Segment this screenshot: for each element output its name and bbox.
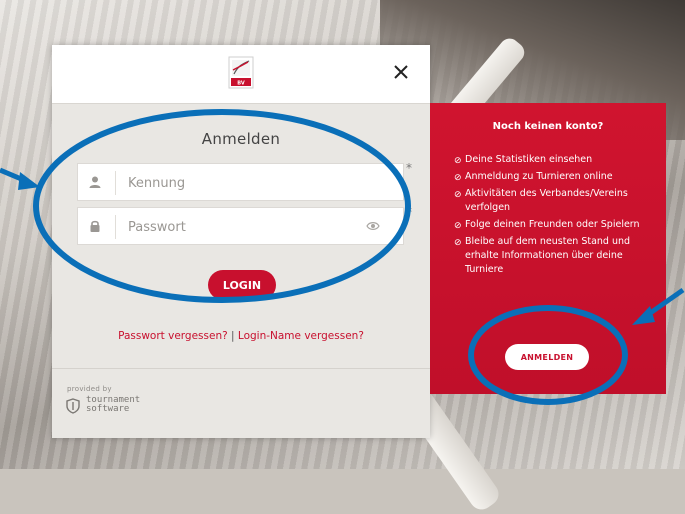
list-item: ⊘ Folge deinen Freunden oder Spielern	[454, 218, 654, 232]
list-item: ⊘ Anmeldung zu Turnieren online	[454, 170, 654, 184]
tournament-software-shield-icon	[66, 398, 80, 414]
list-item: ⊘ Aktivitäten des Verbandes/Vereins verfo…	[454, 187, 654, 215]
register-button[interactable]: ANMELDEN	[505, 344, 589, 370]
close-icon	[394, 65, 408, 79]
modal-header: BV	[52, 45, 430, 104]
check-circle-icon: ⊘	[454, 173, 462, 183]
lock-icon	[90, 220, 100, 232]
show-password-icon[interactable]	[366, 220, 380, 232]
required-marker: *	[406, 161, 412, 175]
svg-text:BV: BV	[237, 81, 245, 87]
field-divider	[115, 215, 116, 239]
tournament-software-logo: tournament software	[86, 396, 140, 414]
check-circle-icon: ⊘	[454, 156, 462, 166]
benefit-text: Aktivitäten des Verbandes/Vereins verfol…	[465, 188, 628, 213]
benefit-text: Deine Statistiken einsehen	[465, 154, 593, 165]
password-input[interactable]	[126, 214, 350, 240]
login-modal: BV Anmelden * * LOGIN Passwort	[52, 45, 430, 438]
forgot-username-link[interactable]: Login-Name vergessen?	[238, 330, 364, 342]
close-button[interactable]	[389, 58, 413, 86]
required-marker: *	[406, 205, 412, 219]
list-item: ⊘ Deine Statistiken einsehen	[454, 153, 654, 167]
check-circle-icon: ⊘	[454, 238, 462, 248]
username-field[interactable]: *	[77, 161, 412, 201]
federation-logo: BV	[228, 56, 254, 89]
forgot-password-link[interactable]: Passwort vergessen?	[118, 330, 228, 342]
login-button[interactable]: LOGIN	[208, 270, 276, 300]
footer-divider	[52, 368, 430, 369]
field-divider	[115, 171, 116, 195]
username-input[interactable]	[126, 170, 350, 196]
login-title: Anmelden	[201, 130, 281, 148]
register-panel: Noch keinen konto? ⊘ Deine Statistiken ei…	[430, 103, 666, 394]
check-circle-icon: ⊘	[454, 190, 462, 200]
benefit-text: Anmeldung zu Turnieren online	[465, 171, 613, 182]
benefits-list: ⊘ Deine Statistiken einsehen ⊘ Anmeldung z…	[454, 153, 654, 280]
password-field[interactable]: *	[77, 205, 412, 245]
link-separator: |	[227, 330, 238, 342]
check-circle-icon: ⊘	[454, 221, 462, 231]
list-item: ⊘ Bleibe auf dem neusten Stand und erhalt…	[454, 235, 654, 277]
recovery-links: Passwort vergessen? | Login-Name vergess…	[52, 330, 430, 342]
benefit-text: Bleibe auf dem neusten Stand und erhalte…	[465, 236, 631, 275]
register-title: Noch keinen konto?	[492, 121, 604, 132]
user-icon	[89, 176, 101, 188]
logo-line: software	[86, 404, 130, 414]
benefit-text: Folge deinen Freunden oder Spielern	[465, 219, 640, 230]
provided-by-label: provided by	[67, 385, 112, 393]
